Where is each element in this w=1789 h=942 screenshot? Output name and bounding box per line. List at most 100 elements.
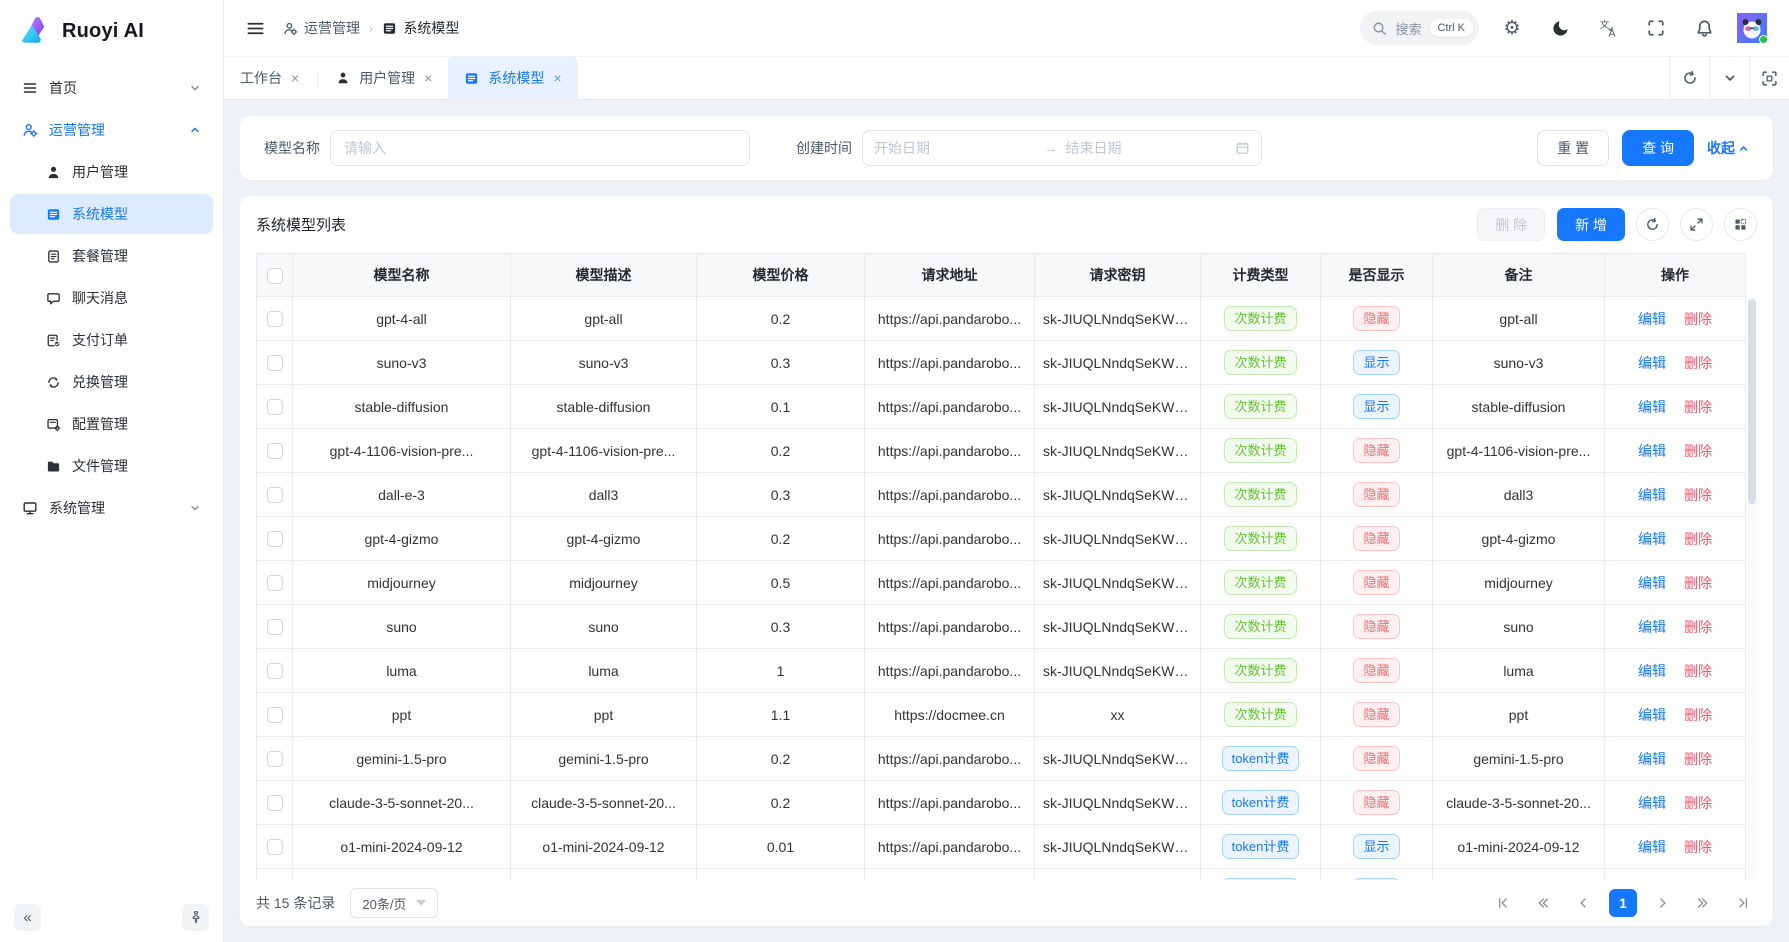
- tab-workbench[interactable]: 工作台 ×: [224, 57, 315, 99]
- visibility-badge: 隐藏: [1353, 526, 1399, 551]
- refresh-icon[interactable]: [1669, 57, 1709, 99]
- delete-link[interactable]: 删除: [1684, 531, 1712, 547]
- cell-request-url: https://api.pandarobo...: [865, 473, 1035, 517]
- end-date-input[interactable]: [1066, 140, 1228, 156]
- sidebar-item-system-management[interactable]: 系统管理: [10, 488, 213, 528]
- sidebar-item-chat-messages[interactable]: 聊天消息: [10, 278, 213, 318]
- reset-button[interactable]: 重 置: [1537, 130, 1609, 166]
- refresh-icon[interactable]: [1636, 208, 1669, 241]
- close-icon[interactable]: ×: [553, 71, 561, 85]
- jump-forward-button[interactable]: [1689, 889, 1717, 917]
- tab-user-management[interactable]: 用户管理 ×: [320, 57, 448, 99]
- page-size-select[interactable]: 20条/页: [350, 888, 438, 918]
- jump-back-button[interactable]: [1529, 889, 1557, 917]
- delete-link[interactable]: 删除: [1684, 575, 1712, 591]
- close-icon[interactable]: ×: [291, 71, 299, 85]
- row-checkbox[interactable]: [267, 487, 283, 503]
- edit-link[interactable]: 编辑: [1638, 443, 1666, 459]
- row-checkbox[interactable]: [267, 399, 283, 415]
- delete-link[interactable]: 删除: [1684, 619, 1712, 635]
- row-checkbox[interactable]: [267, 795, 283, 811]
- bell-icon[interactable]: [1689, 13, 1719, 43]
- edit-link[interactable]: 编辑: [1638, 707, 1666, 723]
- delete-link[interactable]: 删除: [1684, 795, 1712, 811]
- delete-link[interactable]: 删除: [1684, 311, 1712, 327]
- start-date-input[interactable]: [874, 140, 1036, 156]
- row-checkbox[interactable]: [267, 663, 283, 679]
- collapse-filters-link[interactable]: 收起: [1707, 138, 1749, 158]
- row-checkbox[interactable]: [267, 575, 283, 591]
- app-logo[interactable]: Ruoyi AI: [0, 0, 223, 62]
- row-checkbox[interactable]: [267, 619, 283, 635]
- collapse-sidebar-button[interactable]: «: [14, 904, 41, 931]
- delete-link[interactable]: 删除: [1684, 487, 1712, 503]
- sidebar-item-package-management[interactable]: 套餐管理: [10, 236, 213, 276]
- edit-link[interactable]: 编辑: [1638, 575, 1666, 591]
- row-checkbox[interactable]: [267, 311, 283, 327]
- delete-link[interactable]: 删除: [1684, 663, 1712, 679]
- scrollbar-thumb[interactable]: [1748, 299, 1756, 504]
- delete-link[interactable]: 删除: [1684, 355, 1712, 371]
- sidebar-item-redeem-management[interactable]: 兑换管理: [10, 362, 213, 402]
- prev-page-button[interactable]: [1569, 889, 1597, 917]
- next-page-button[interactable]: [1649, 889, 1677, 917]
- moon-icon[interactable]: [1545, 13, 1575, 43]
- row-checkbox[interactable]: [267, 443, 283, 459]
- settings-icon[interactable]: ⚙︎: [1497, 13, 1527, 43]
- tab-system-models[interactable]: 系统模型 ×: [448, 57, 577, 99]
- edit-link[interactable]: 编辑: [1638, 531, 1666, 547]
- row-checkbox[interactable]: [267, 531, 283, 547]
- edit-link[interactable]: 编辑: [1638, 487, 1666, 503]
- sidebar-item-user-management[interactable]: 用户管理: [10, 152, 213, 192]
- edit-link[interactable]: 编辑: [1638, 751, 1666, 767]
- chevron-down-icon[interactable]: [1709, 57, 1749, 99]
- sidebar-item-payment-orders[interactable]: 支付订单: [10, 320, 213, 360]
- row-checkbox[interactable]: [267, 707, 283, 723]
- edit-link[interactable]: 编辑: [1638, 619, 1666, 635]
- sidebar-item-file-management[interactable]: 文件管理: [10, 446, 213, 486]
- delete-link[interactable]: 删除: [1684, 399, 1712, 415]
- delete-link[interactable]: 删除: [1684, 839, 1712, 855]
- billing-type-badge: token计费: [1222, 790, 1300, 815]
- current-page[interactable]: 1: [1609, 889, 1637, 917]
- breadcrumb-item-operations[interactable]: 运营管理: [283, 18, 360, 38]
- row-checkbox[interactable]: [267, 355, 283, 371]
- edit-link[interactable]: 编辑: [1638, 355, 1666, 371]
- user-avatar[interactable]: [1737, 13, 1767, 43]
- content-fullscreen-icon[interactable]: [1749, 57, 1789, 99]
- date-range-picker[interactable]: →: [862, 130, 1262, 166]
- expand-table-icon[interactable]: [1680, 208, 1713, 241]
- add-button[interactable]: 新 增: [1557, 208, 1625, 241]
- delete-link[interactable]: 删除: [1684, 443, 1712, 459]
- edit-link[interactable]: 编辑: [1638, 795, 1666, 811]
- row-checkbox[interactable]: [267, 751, 283, 767]
- query-button[interactable]: 查 询: [1622, 130, 1694, 166]
- row-checkbox[interactable]: [267, 839, 283, 855]
- translate-icon[interactable]: 文A: [1593, 13, 1623, 43]
- column-settings-icon[interactable]: [1724, 208, 1757, 241]
- hamburger-menu-icon[interactable]: [246, 19, 265, 38]
- fullscreen-icon[interactable]: [1641, 13, 1671, 43]
- delete-button[interactable]: 删 除: [1477, 208, 1545, 241]
- edit-link[interactable]: 编辑: [1638, 311, 1666, 327]
- delete-link[interactable]: 删除: [1684, 751, 1712, 767]
- pin-sidebar-button[interactable]: [182, 904, 209, 931]
- close-icon[interactable]: ×: [424, 71, 432, 85]
- edit-link[interactable]: 编辑: [1638, 399, 1666, 415]
- delete-link[interactable]: 删除: [1684, 707, 1712, 723]
- global-search[interactable]: 搜索 Ctrl K: [1360, 11, 1479, 45]
- billing-type-badge: 次数计费: [1224, 306, 1296, 331]
- sidebar-item-home[interactable]: 首页: [10, 68, 213, 108]
- pagination: 1: [1489, 889, 1757, 917]
- calendar-icon: [1235, 141, 1250, 156]
- first-page-button[interactable]: [1489, 889, 1517, 917]
- sidebar-item-system-models[interactable]: 系统模型: [10, 194, 213, 234]
- sidebar-item-operations[interactable]: 运营管理: [10, 110, 213, 150]
- model-name-input[interactable]: [330, 130, 750, 166]
- select-all-checkbox[interactable]: [267, 268, 283, 284]
- edit-link[interactable]: 编辑: [1638, 839, 1666, 855]
- breadcrumb-item-system-models[interactable]: 系统模型: [382, 18, 459, 38]
- sidebar-item-config-management[interactable]: 配置管理: [10, 404, 213, 444]
- last-page-button[interactable]: [1729, 889, 1757, 917]
- edit-link[interactable]: 编辑: [1638, 663, 1666, 679]
